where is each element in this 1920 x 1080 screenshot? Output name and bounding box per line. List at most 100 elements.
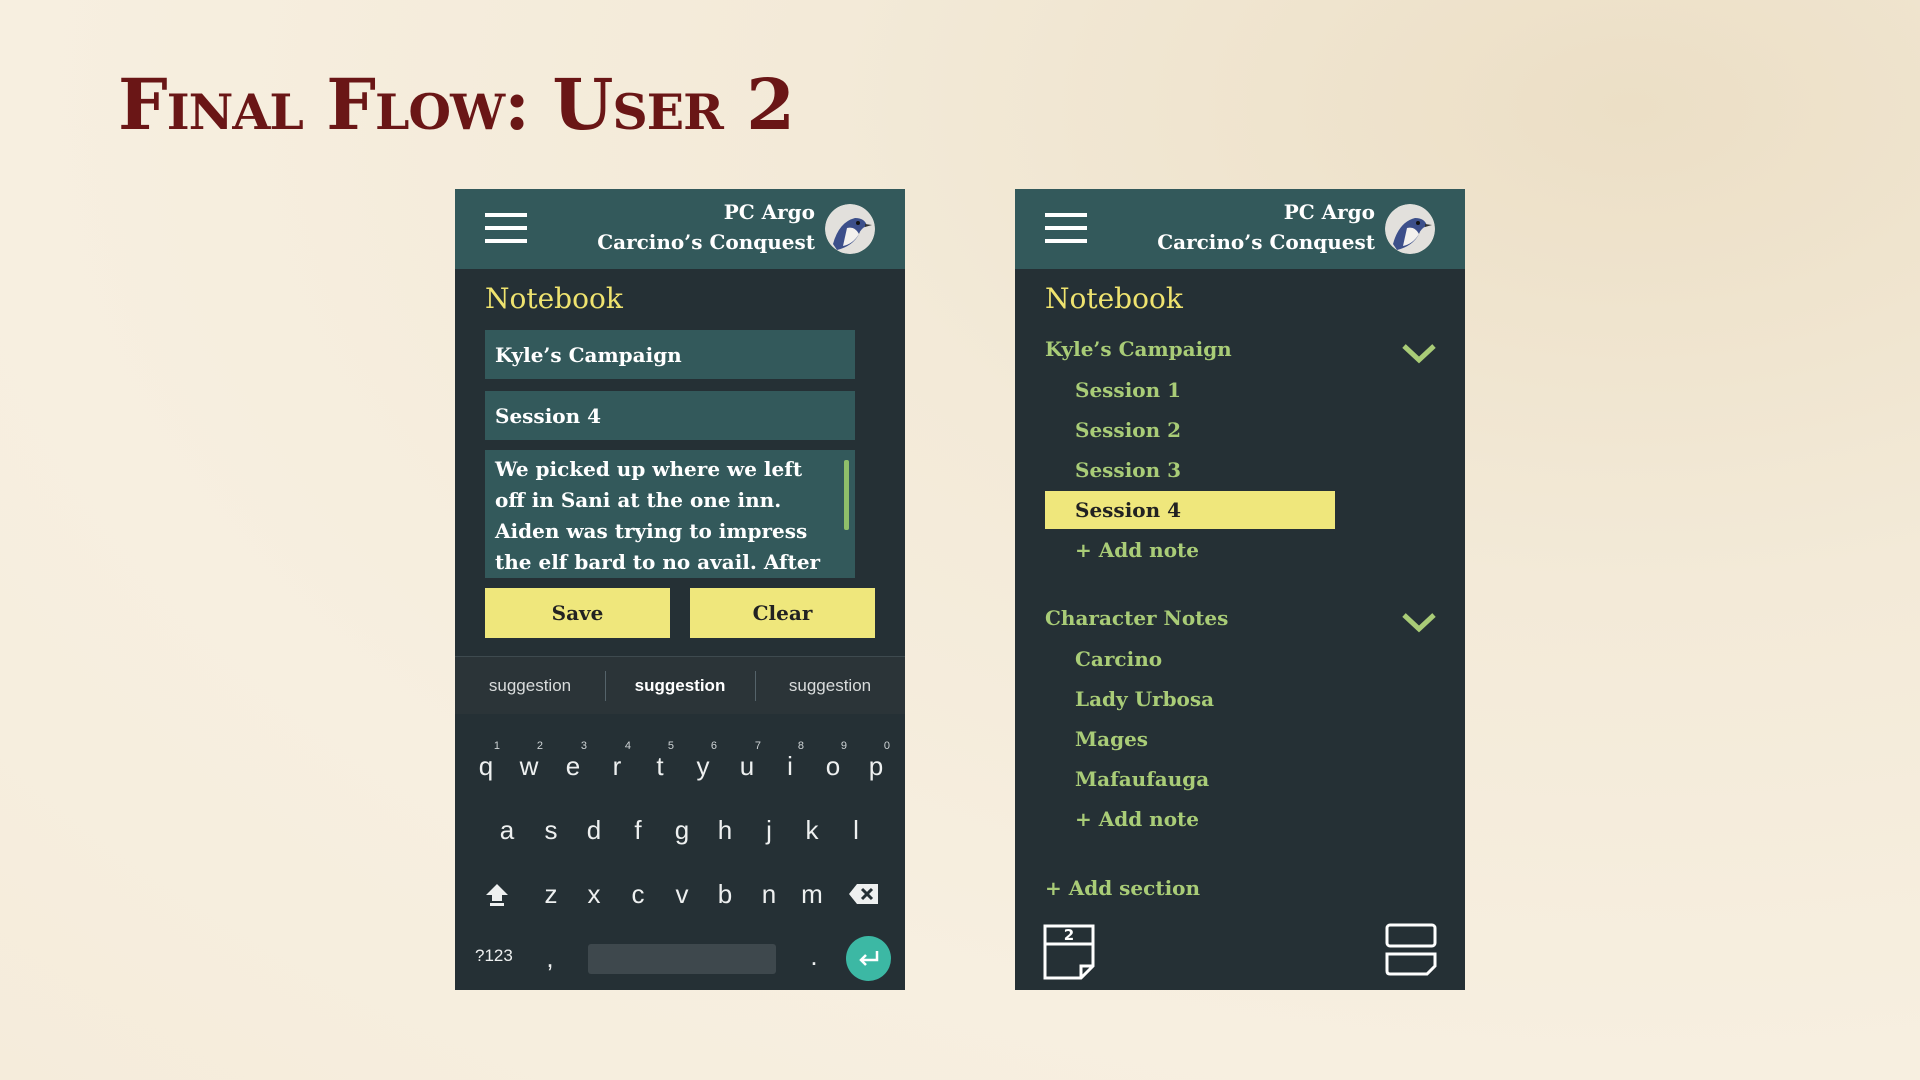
key-hint: 7 <box>754 740 761 752</box>
key-t[interactable]: 5t <box>640 740 680 788</box>
key-label: y <box>696 750 710 781</box>
key-e[interactable]: 3e <box>553 740 593 788</box>
note-item-session-2[interactable]: Session 2 <box>1045 411 1335 449</box>
key-l[interactable]: l <box>836 808 876 852</box>
key-q[interactable]: 1q <box>466 740 506 788</box>
chevron-down-icon[interactable] <box>1401 610 1437 634</box>
note-item-mafaufauga[interactable]: Mafaufauga <box>1045 760 1335 798</box>
campaign-field[interactable]: Kyle’s Campaign <box>485 330 855 379</box>
key-k[interactable]: k <box>792 808 832 852</box>
notebook-title: Notebook <box>1045 282 1183 315</box>
key-label: i <box>787 750 793 781</box>
page-icon[interactable]: 2 <box>1043 924 1095 980</box>
key-r[interactable]: 4r <box>597 740 637 788</box>
key-f[interactable]: f <box>618 808 658 852</box>
note-item-session-4-selected[interactable]: Session 4 <box>1045 491 1335 529</box>
key-i[interactable]: 8i <box>770 740 810 788</box>
phone-note-editor: PC Argo Carcino’s Conquest Notebook Kyle… <box>455 189 905 990</box>
note-textarea[interactable]: We picked up where we left off in Sani a… <box>485 450 855 578</box>
campaign-name: Carcino’s Conquest <box>597 230 815 254</box>
session-field[interactable]: Session 4 <box>485 391 855 440</box>
key-d[interactable]: d <box>574 808 614 852</box>
hamburger-menu-icon[interactable] <box>485 213 527 243</box>
key-hint: 3 <box>580 740 587 752</box>
key-c[interactable]: c <box>618 872 658 916</box>
key-hint: 9 <box>840 740 847 752</box>
period-key[interactable]: . <box>794 934 834 978</box>
key-label: q <box>478 750 494 781</box>
chevron-down-icon[interactable] <box>1401 341 1437 365</box>
header-titles: PC Argo Carcino’s Conquest <box>597 197 815 257</box>
key-y[interactable]: 6y <box>683 740 723 788</box>
enter-key[interactable] <box>846 936 891 981</box>
key-m[interactable]: m <box>792 872 832 916</box>
add-note-button[interactable]: + Add note <box>1045 531 1335 569</box>
slide-title: Final Flow: User 2 <box>118 63 795 146</box>
key-p[interactable]: 0p <box>856 740 896 788</box>
add-note-button[interactable]: + Add note <box>1045 800 1335 838</box>
key-o[interactable]: 9o <box>813 740 853 788</box>
save-button[interactable]: Save <box>485 588 670 638</box>
symbols-key[interactable]: ?123 <box>475 946 513 966</box>
avatar[interactable] <box>825 204 875 254</box>
key-u[interactable]: 7u <box>727 740 767 788</box>
section-character-notes[interactable]: Character Notes <box>1045 606 1228 630</box>
backspace-icon <box>849 884 878 904</box>
note-item-lady-urbosa[interactable]: Lady Urbosa <box>1045 680 1335 718</box>
key-label: t <box>656 750 664 781</box>
campaign-name: Carcino’s Conquest <box>1157 230 1375 254</box>
key-hint: 0 <box>883 740 890 752</box>
key-x[interactable]: x <box>574 872 614 916</box>
key-n[interactable]: n <box>749 872 789 916</box>
section-kyles-campaign[interactable]: Kyle’s Campaign <box>1045 337 1232 361</box>
key-g[interactable]: g <box>662 808 702 852</box>
key-label: p <box>868 750 884 781</box>
key-hint: 1 <box>493 740 500 752</box>
key-w[interactable]: 2w <box>509 740 549 788</box>
backspace-key[interactable] <box>844 872 884 916</box>
suggestion-left[interactable]: suggestion <box>455 657 605 714</box>
note-text: We picked up where we left off in Sani a… <box>495 457 821 574</box>
note-item-session-1[interactable]: Session 1 <box>1045 371 1335 409</box>
enter-icon <box>858 950 878 966</box>
notebook-title: Notebook <box>485 282 623 315</box>
key-hint: 6 <box>710 740 717 752</box>
app-header: PC Argo Carcino’s Conquest <box>1015 189 1465 269</box>
character-name: PC Argo <box>723 200 815 224</box>
key-s[interactable]: s <box>531 808 571 852</box>
textarea-scrollbar[interactable] <box>844 460 849 530</box>
suggestion-bar: suggestion suggestion suggestion <box>455 656 905 715</box>
suggestion-middle[interactable]: suggestion <box>605 657 755 714</box>
character-name: PC Argo <box>1283 200 1375 224</box>
phone-notebook-nav: PC Argo Carcino’s Conquest Notebook Kyle… <box>1015 189 1465 990</box>
comma-key[interactable]: , <box>530 936 570 980</box>
note-item-mages[interactable]: Mages <box>1045 720 1335 758</box>
key-label: r <box>612 750 622 781</box>
note-item-session-3[interactable]: Session 3 <box>1045 451 1335 489</box>
app-header: PC Argo Carcino’s Conquest <box>455 189 905 269</box>
split-view-icon[interactable] <box>1385 922 1437 978</box>
key-j[interactable]: j <box>749 808 789 852</box>
key-h[interactable]: h <box>705 808 745 852</box>
key-z[interactable]: z <box>531 872 571 916</box>
key-hint: 5 <box>667 740 674 752</box>
key-a[interactable]: a <box>487 808 527 852</box>
soft-keyboard: 1q 2w 3e 4r 5t 6y 7u 8i 9o 0p a s d f g … <box>455 714 905 990</box>
add-section-button[interactable]: + Add section <box>1045 876 1200 900</box>
note-item-carcino[interactable]: Carcino <box>1045 640 1335 678</box>
header-titles: PC Argo Carcino’s Conquest <box>1157 197 1375 257</box>
key-v[interactable]: v <box>662 872 702 916</box>
page-number-icon: 2 <box>1043 924 1095 980</box>
key-hint: 4 <box>624 740 631 752</box>
hamburger-menu-icon[interactable] <box>1045 213 1087 243</box>
clear-button[interactable]: Clear <box>690 588 875 638</box>
suggestion-right[interactable]: suggestion <box>755 657 905 714</box>
shift-icon <box>486 884 508 906</box>
key-b[interactable]: b <box>705 872 745 916</box>
bird-avatar-icon <box>1385 204 1435 254</box>
key-label: w <box>519 750 539 781</box>
space-bar[interactable] <box>588 944 776 974</box>
avatar[interactable] <box>1385 204 1435 254</box>
shift-key[interactable] <box>477 872 517 916</box>
key-hint: 2 <box>536 740 543 752</box>
